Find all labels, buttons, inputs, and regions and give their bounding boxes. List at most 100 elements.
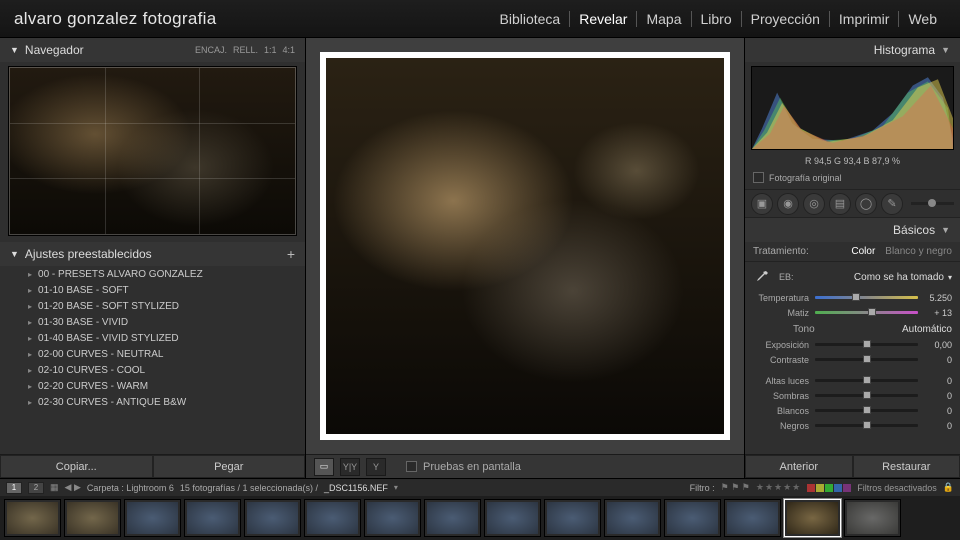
image-frame xyxy=(320,52,730,440)
loupe-view-button[interactable]: ▭ xyxy=(314,458,334,476)
wb-label: EB: xyxy=(779,272,794,282)
filmstrip-filename: _DSC1156.NEF xyxy=(324,483,388,493)
filmstrip-thumb[interactable] xyxy=(244,499,301,537)
histogram-header[interactable]: Histograma ▼ xyxy=(745,38,960,62)
filmstrip-thumb[interactable] xyxy=(424,499,481,537)
module-revelar[interactable]: Revelar xyxy=(570,11,637,27)
filmstrip-thumb[interactable] xyxy=(664,499,721,537)
treatment-row: Tratamiento: Color Blanco y negro xyxy=(745,242,960,262)
disclosure-triangle-icon: ▼ xyxy=(10,249,19,259)
presets-header[interactable]: ▼ Ajustes preestablecidos + xyxy=(0,242,305,266)
color-filter[interactable] xyxy=(807,484,851,492)
rating-filter[interactable]: ★★★★★ xyxy=(756,482,801,493)
module-imprimir[interactable]: Imprimir xyxy=(830,11,900,27)
filmstrip-path[interactable]: Carpeta : Lightroom 6 xyxy=(87,483,174,493)
slider-matiz[interactable]: Matiz+ 13 xyxy=(745,305,960,320)
slider-negros[interactable]: Negros0 xyxy=(745,418,960,433)
image-viewport[interactable]: 10/09/14 01:27:34 xyxy=(306,38,744,454)
brush-tool-icon[interactable]: ✎ xyxy=(881,193,903,215)
disclosure-triangle-icon: ▼ xyxy=(941,45,950,55)
grid-icon[interactable]: ▦ xyxy=(50,482,59,493)
center-panel: 10/09/14 01:27:34 ▭ Y|Y Y Pruebas en pan… xyxy=(306,38,744,478)
paste-button[interactable]: Pegar xyxy=(153,455,306,478)
secondary-display-1[interactable]: 1 xyxy=(6,482,22,494)
treatment-color[interactable]: Color xyxy=(851,246,875,257)
gradient-tool-icon[interactable]: ▤ xyxy=(829,193,851,215)
right-panel: Histograma ▼ R 94,5 G 93,4 B 87,9 % Foto… xyxy=(744,38,960,478)
before-after-button[interactable]: Y xyxy=(366,458,386,476)
filmstrip[interactable] xyxy=(0,496,960,540)
crop-tool-icon[interactable]: ▣ xyxy=(751,193,773,215)
crop-overlay xyxy=(9,67,296,235)
add-preset-icon[interactable]: + xyxy=(287,246,295,262)
nav-ratio[interactable]: 4:1 xyxy=(282,45,295,55)
navigator-title: Navegador xyxy=(25,43,84,57)
spot-tool-icon[interactable]: ◉ xyxy=(777,193,799,215)
slider-sombras[interactable]: Sombras0 xyxy=(745,388,960,403)
navigator-header[interactable]: ▼ Navegador ENCAJ. RELL. 1:1 4:1 xyxy=(0,38,305,62)
filter-lock-icon[interactable]: 🔒 xyxy=(943,482,954,493)
preset-folder[interactable]: 02-10 CURVES - COOL xyxy=(0,362,305,378)
nav-fit[interactable]: ENCAJ. xyxy=(195,45,227,55)
basic-header[interactable]: Básicos ▼ xyxy=(745,218,960,242)
previous-button[interactable]: Anterior xyxy=(745,455,853,478)
module-web[interactable]: Web xyxy=(899,11,946,27)
slider-altas-luces[interactable]: Altas luces0 xyxy=(745,373,960,388)
softproof-label: Pruebas en pantalla xyxy=(423,461,521,473)
module-proyección[interactable]: Proyección xyxy=(742,11,830,27)
filters-off[interactable]: Filtros desactivados xyxy=(857,483,937,493)
preset-folder[interactable]: 00 - PRESETS ALVARO GONZALEZ xyxy=(0,266,305,282)
wb-dropdown[interactable]: Como se ha tomado ▾ xyxy=(854,272,952,283)
filmstrip-thumb[interactable] xyxy=(544,499,601,537)
tool-size-slider[interactable] xyxy=(911,202,954,205)
filmstrip-thumb[interactable] xyxy=(724,499,781,537)
nav-1to1[interactable]: 1:1 xyxy=(264,45,277,55)
compare-view-button[interactable]: Y|Y xyxy=(340,458,360,476)
basic-title: Básicos xyxy=(893,223,935,237)
softproof-checkbox[interactable] xyxy=(406,461,417,472)
preset-folder[interactable]: 01-30 BASE - VIVID xyxy=(0,314,305,330)
filmstrip-thumb[interactable] xyxy=(124,499,181,537)
preset-folder[interactable]: 02-20 CURVES - WARM xyxy=(0,378,305,394)
navigator-preview[interactable] xyxy=(8,66,297,236)
original-photo-row: Fotografía original xyxy=(745,170,960,190)
copy-button[interactable]: Copiar... xyxy=(0,455,153,478)
eyedropper-icon[interactable] xyxy=(753,268,771,286)
filmstrip-thumb[interactable] xyxy=(484,499,541,537)
slider-temperatura[interactable]: Temperatura5.250 xyxy=(745,290,960,305)
flag-filter-icon[interactable]: ⚑ ⚑ ⚑ xyxy=(721,482,750,493)
preset-folder[interactable]: 02-30 CURVES - ANTIQUE B&W xyxy=(0,394,305,410)
preset-folder[interactable]: 02-00 CURVES - NEUTRAL xyxy=(0,346,305,362)
nav-fill[interactable]: RELL. xyxy=(233,45,258,55)
filmstrip-thumb[interactable] xyxy=(304,499,361,537)
histogram-title: Histograma xyxy=(874,43,935,57)
radial-tool-icon[interactable]: ◯ xyxy=(855,193,877,215)
filmstrip-thumb[interactable] xyxy=(184,499,241,537)
filmstrip-thumb[interactable] xyxy=(4,499,61,537)
disclosure-triangle-icon: ▼ xyxy=(10,45,19,55)
filmstrip-thumb[interactable] xyxy=(64,499,121,537)
slider-contraste[interactable]: Contraste0 xyxy=(745,352,960,367)
filmstrip-thumb[interactable] xyxy=(604,499,661,537)
filmstrip-thumb[interactable] xyxy=(784,499,841,537)
secondary-display-2[interactable]: 2 xyxy=(28,482,44,494)
module-mapa[interactable]: Mapa xyxy=(637,11,691,27)
slider-blancos[interactable]: Blancos0 xyxy=(745,403,960,418)
reset-button[interactable]: Restaurar xyxy=(853,455,960,478)
preset-folder[interactable]: 01-10 BASE - SOFT xyxy=(0,282,305,298)
preset-folder[interactable]: 01-40 BASE - VIVID STYLIZED xyxy=(0,330,305,346)
slider-exposición[interactable]: Exposición0,00 xyxy=(745,337,960,352)
filmstrip-count: 15 fotografías / 1 seleccionada(s) / xyxy=(180,483,318,493)
tool-strip: ▣ ◉ ◎ ▤ ◯ ✎ xyxy=(745,190,960,218)
rgb-readout: R 94,5 G 93,4 B 87,9 % xyxy=(745,154,960,170)
original-checkbox[interactable] xyxy=(753,172,764,183)
redeye-tool-icon[interactable]: ◎ xyxy=(803,193,825,215)
module-libro[interactable]: Libro xyxy=(692,11,742,27)
filmstrip-thumb[interactable] xyxy=(364,499,421,537)
module-biblioteca[interactable]: Biblioteca xyxy=(491,11,571,27)
filmstrip-thumb[interactable] xyxy=(844,499,901,537)
auto-tone-button[interactable]: Automático xyxy=(902,324,952,335)
treatment-bw[interactable]: Blanco y negro xyxy=(885,246,952,257)
histogram-chart[interactable] xyxy=(751,66,954,150)
preset-folder[interactable]: 01-20 BASE - SOFT STYLIZED xyxy=(0,298,305,314)
